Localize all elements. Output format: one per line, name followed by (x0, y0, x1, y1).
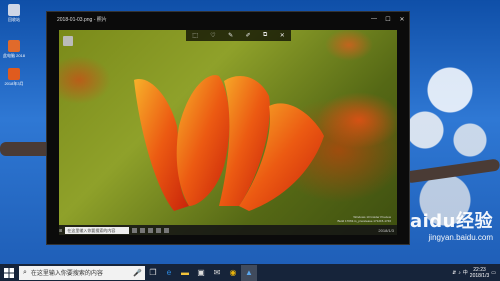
recycle-bin-icon (8, 4, 20, 16)
windows-logo-icon (3, 267, 14, 278)
desktop-icon-label: 回收站 (8, 17, 20, 22)
desktop-icon-label: 此电脑 2018 (2, 53, 25, 58)
notification-icon[interactable]: ▭ (491, 270, 496, 276)
edge-icon[interactable]: e (161, 265, 177, 281)
baidu-watermark: Baidu经验 jingyan.baidu.com (396, 207, 493, 242)
store-icon[interactable]: ▣ (193, 265, 209, 281)
photo-image[interactable]: ⬚ ♡ ✎ ✐ ⧉ ✕ Windows 10 Insider Preview B… (59, 30, 397, 235)
taskbar: ⌕ 在这里输入你要搜索的内容 🎤 ❐ e ▬ ▣ ✉ ◉ ▲ ⇵ ♪ 中 22:… (0, 264, 500, 281)
recycle-bin-icon (63, 36, 73, 46)
desktop-icon-folder[interactable]: 2018年3月 (2, 68, 26, 87)
viewer-toolbar: ⬚ ♡ ✎ ✐ ⧉ ✕ (186, 30, 291, 41)
folder-icon (8, 40, 20, 52)
inner-edge-icon (140, 227, 146, 233)
inner-search-box: 在这里输入你要搜索的内容 (65, 226, 130, 234)
search-icon: ⌕ (23, 268, 27, 276)
desktop-icon-recycle-bin[interactable]: 回收站 (2, 4, 26, 23)
clock[interactable]: 22:23 2018/1/3 (470, 267, 489, 279)
mail-icon[interactable]: ✉ (209, 265, 225, 281)
minimize-button[interactable]: — (367, 16, 381, 23)
folder-icon (8, 68, 20, 80)
file-explorer-icon[interactable]: ▬ (177, 265, 193, 281)
watermark-url: jingyan.baidu.com (428, 233, 493, 242)
draw-icon[interactable]: ✎ (228, 32, 233, 39)
inner-taskbar: ⊞ 在这里输入你要搜索的内容 2018/1/3 (59, 225, 397, 235)
system-tray: ⇵ ♪ 中 22:23 2018/1/3 ▭ (452, 267, 500, 279)
ime-icon[interactable]: 中 (463, 269, 468, 276)
branch-decoration (0, 142, 52, 156)
desktop-icon-label: 2018年3月 (4, 81, 24, 86)
close-toolbar-icon[interactable]: ✕ (280, 32, 285, 39)
taskbar-search-box[interactable]: ⌕ 在这里输入你要搜索的内容 🎤 (19, 265, 145, 280)
inner-explorer-icon (148, 227, 154, 233)
search-placeholder: 在这里输入你要搜索的内容 (30, 271, 103, 277)
edit-icon[interactable]: ✐ (246, 32, 251, 39)
photos-app-icon[interactable]: ▲ (241, 264, 257, 281)
window-controls: — ☐ ✕ (367, 16, 409, 23)
desktop-icon-this-pc[interactable]: 此电脑 2018 (2, 40, 26, 59)
window-title: 2018-01-03.png - 照片 (57, 16, 107, 23)
watermark-logo: Baidu经验 (395, 211, 493, 232)
inner-chrome-icon (164, 227, 170, 233)
maximize-button[interactable]: ☐ (381, 16, 395, 23)
inner-taskview-icon (132, 227, 138, 233)
clock-date: 2018/1/3 (469, 272, 490, 279)
tulip-illustration (134, 75, 324, 211)
task-view-icon[interactable]: ❐ (145, 265, 161, 281)
window-titlebar[interactable]: 2018-01-03.png - 照片 — ☐ ✕ (47, 12, 409, 26)
close-button[interactable]: ✕ (395, 16, 409, 23)
inner-store-icon (156, 227, 162, 233)
start-button[interactable] (0, 264, 17, 281)
inner-clock: 2018/1/3 (378, 227, 394, 233)
photos-window[interactable]: 2018-01-03.png - 照片 — ☐ ✕ ⬚ ♡ ✎ ✐ ⧉ ✕ Wi… (47, 12, 409, 244)
favorite-icon[interactable]: ♡ (210, 32, 215, 39)
microphone-icon[interactable]: 🎤 (133, 269, 142, 277)
build-line-2: Build 17063.rs_prerelease.171215-1746 (337, 219, 391, 223)
network-icon[interactable]: ⇵ (452, 270, 456, 276)
inner-start-icon: ⊞ (59, 227, 63, 233)
crop-icon[interactable]: ⬚ (192, 32, 198, 39)
volume-icon[interactable]: ♪ (458, 270, 461, 276)
branch-decoration-right (404, 158, 500, 184)
build-watermark: Windows 10 Insider Preview Build 17063.r… (337, 215, 391, 223)
copy-icon[interactable]: ⧉ (263, 32, 267, 39)
chrome-icon[interactable]: ◉ (225, 265, 241, 281)
